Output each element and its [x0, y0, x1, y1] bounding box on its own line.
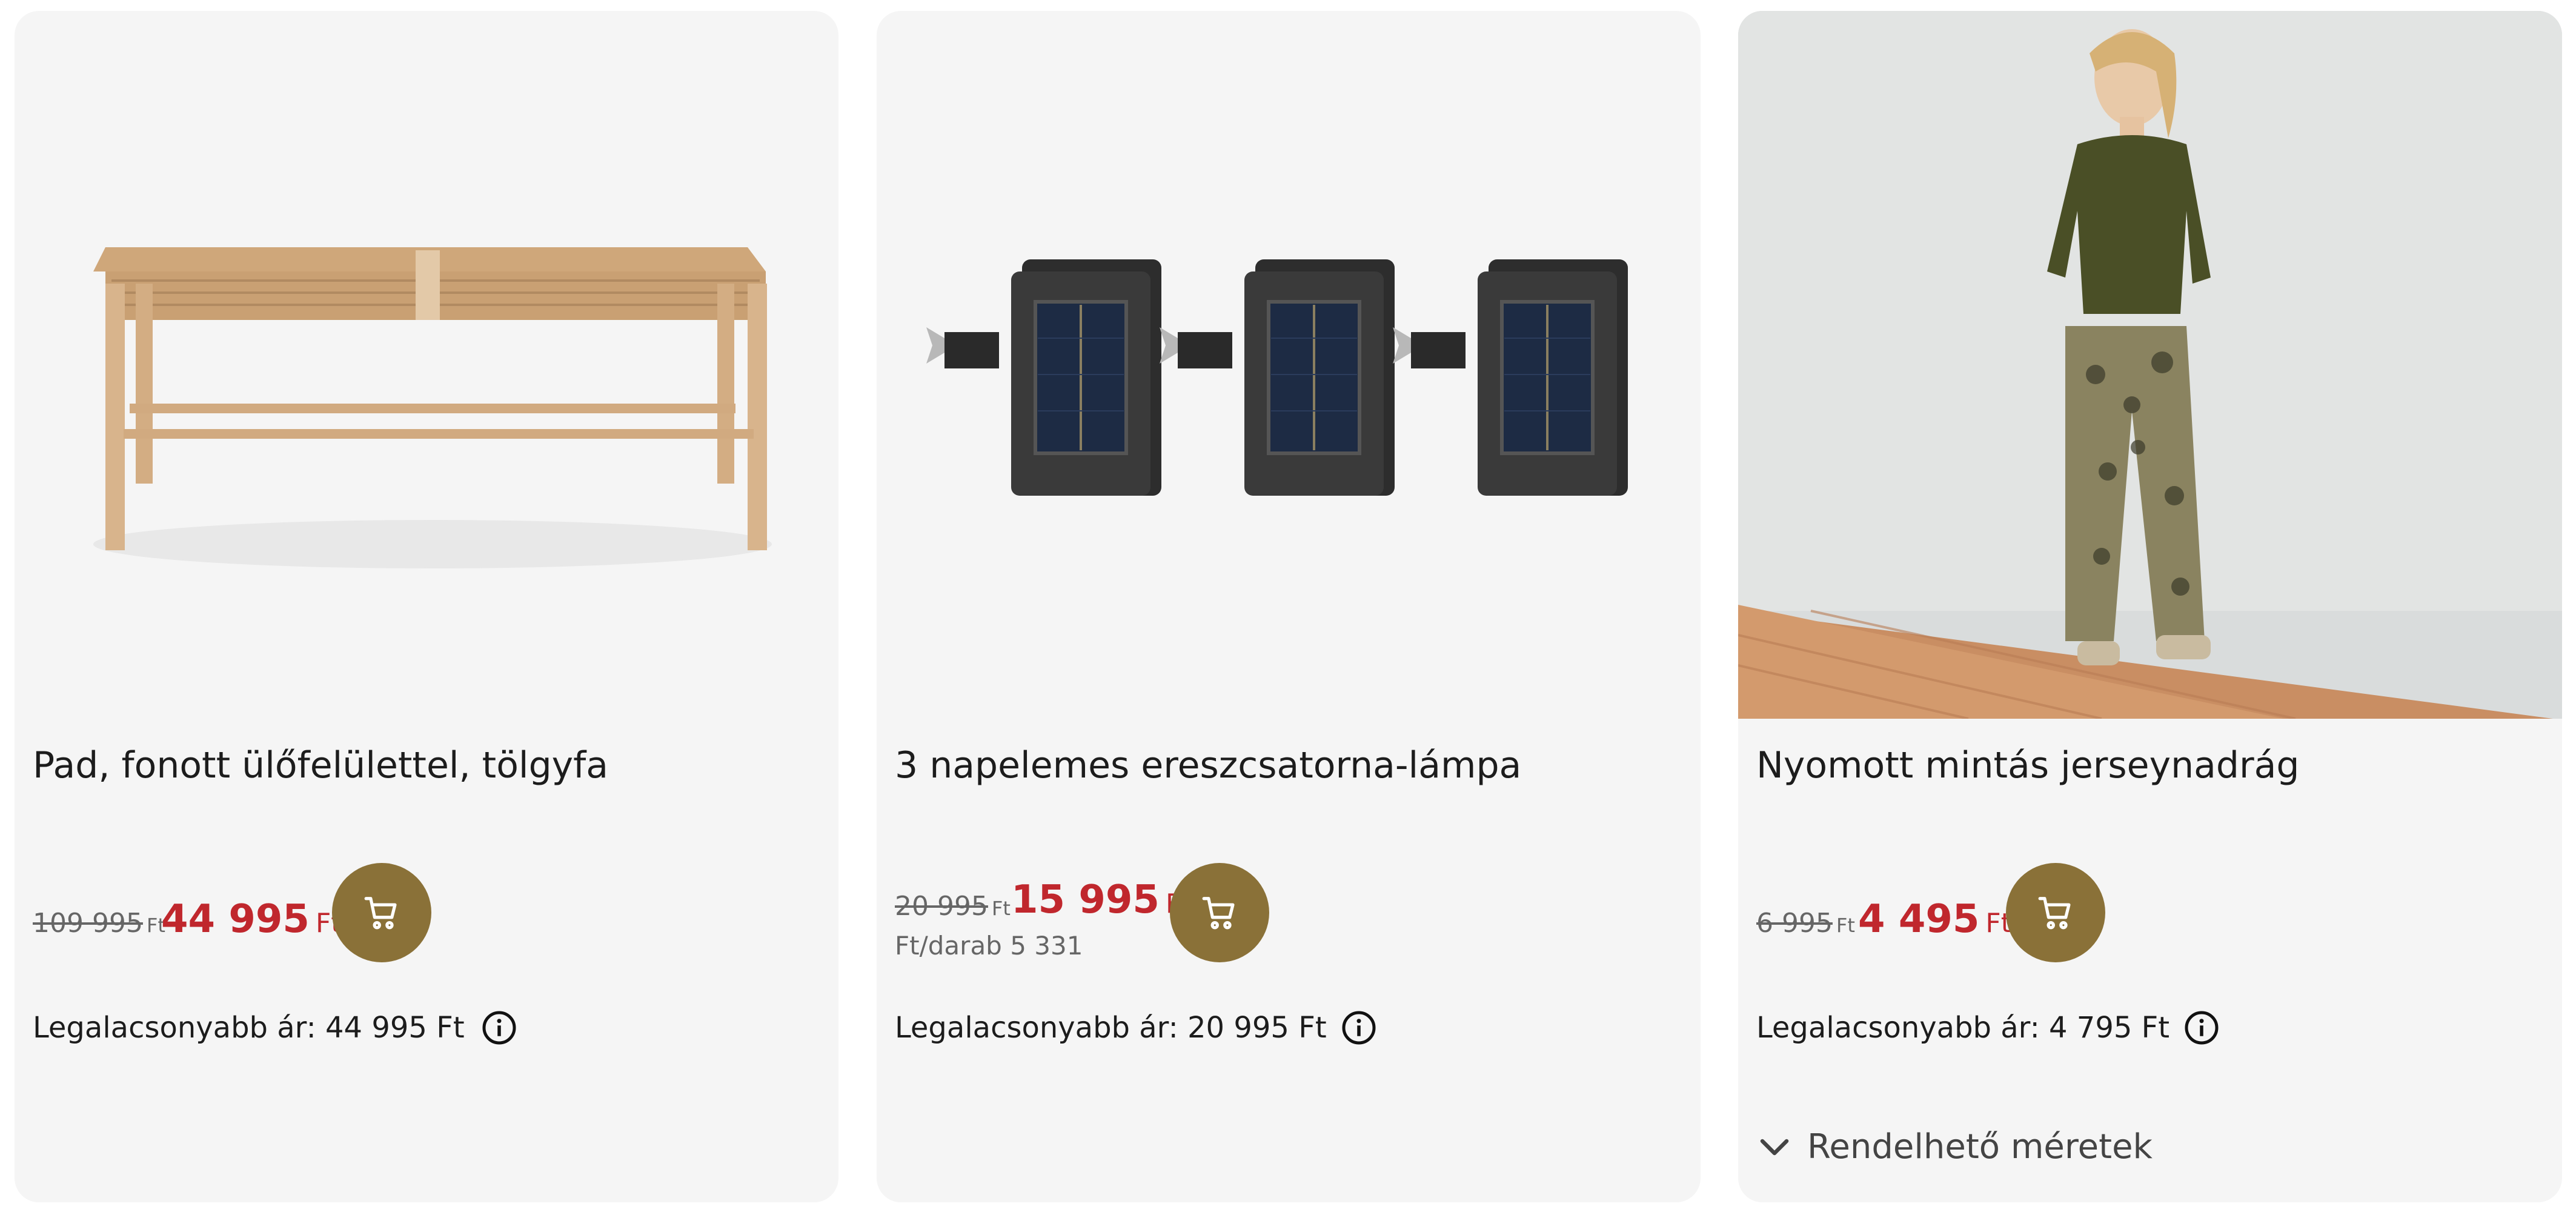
product-title[interactable]: Nyomott mintás jerseynadrág: [1756, 744, 2544, 787]
chevron-down-icon: [1760, 1139, 1789, 1155]
product-title[interactable]: 3 napelemes ereszcsatorna-lámpa: [895, 744, 1682, 787]
add-to-cart-button[interactable]: [2006, 863, 2105, 962]
trousers-model-image: [1738, 11, 2562, 719]
add-to-cart-button[interactable]: [1170, 863, 1269, 962]
product-image-trousers[interactable]: [1738, 11, 2562, 719]
info-button[interactable]: [1341, 1010, 1377, 1046]
shopping-cart-icon: [2038, 897, 2071, 930]
original-price-currency: Ft: [991, 897, 1011, 920]
sale-price: 4 495 Ft: [1858, 897, 2011, 942]
sale-price-amount: 4 495: [1858, 897, 1980, 942]
unit-price: Ft/darab 5 331: [895, 931, 1083, 961]
sale-price-amount: 15 995: [1011, 877, 1160, 922]
original-price: 109 995 Ft: [33, 908, 165, 939]
product-image-solar-lamp[interactable]: [877, 11, 1701, 719]
info-circle-icon: [482, 1011, 516, 1045]
product-card-solar-lamp[interactable]: 3 napelemes ereszcsatorna-lámpa 20 995 Ft…: [877, 11, 1701, 1202]
info-circle-icon: [2185, 1011, 2219, 1045]
lowest-price-text: Legalacsonyabb ár: 44 995 Ft: [33, 1011, 465, 1045]
lowest-price-text: Legalacsonyabb ár: 20 995 Ft: [895, 1011, 1327, 1045]
available-sizes-toggle[interactable]: Rendelhető méretek: [1756, 1127, 2153, 1167]
sale-price: 44 995 Ft: [161, 897, 342, 942]
add-to-cart-button[interactable]: [332, 863, 431, 962]
info-button[interactable]: [2183, 1010, 2220, 1046]
sale-price: 15 995Ft: [1011, 877, 1192, 922]
product-card-trousers[interactable]: Nyomott mintás jerseynadrág 6 995 Ft 4 49…: [1738, 11, 2562, 1202]
original-price-amount: 6 995: [1756, 908, 1833, 939]
available-sizes-label: Rendelhető méretek: [1807, 1127, 2153, 1167]
original-price-amount: 109 995: [33, 908, 143, 939]
original-price: 6 995 Ft: [1756, 908, 1855, 939]
product-image-bench[interactable]: [15, 11, 838, 719]
lowest-price-text: Legalacsonyabb ár: 4 795 Ft: [1756, 1011, 2170, 1045]
original-price-amount: 20 995: [895, 891, 988, 922]
product-title[interactable]: Pad, fonott ülőfelülettel, tölgyfa: [33, 744, 820, 787]
shopping-cart-icon: [364, 897, 397, 930]
product-card-bench[interactable]: Pad, fonott ülőfelülettel, tölgyfa 109 9…: [15, 11, 838, 1202]
info-button[interactable]: [481, 1010, 517, 1046]
bench-image: [93, 247, 772, 568]
solar-lamp-image: [926, 259, 1628, 496]
original-price: 20 995 Ft: [895, 891, 1011, 922]
info-circle-icon: [1342, 1011, 1376, 1045]
shopping-cart-icon: [1202, 897, 1235, 930]
sale-price-amount: 44 995: [161, 897, 310, 942]
original-price-currency: Ft: [1836, 914, 1855, 937]
